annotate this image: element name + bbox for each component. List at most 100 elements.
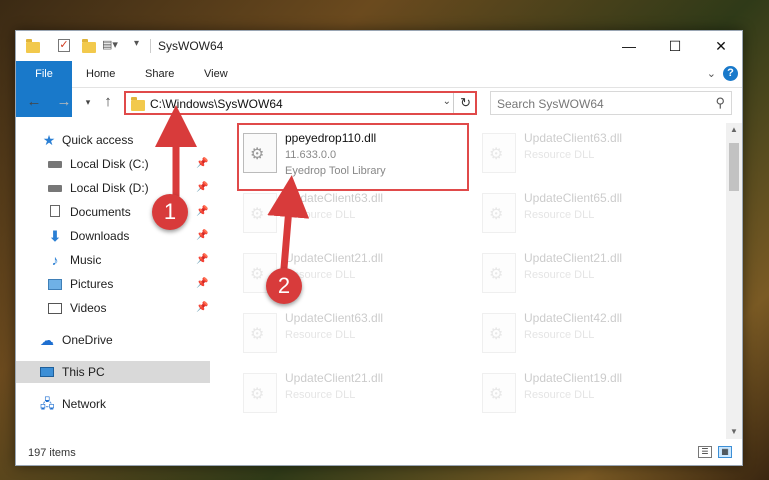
network-icon: 🖧 bbox=[40, 396, 55, 411]
file-name: UpdateClient21.dll bbox=[285, 251, 384, 265]
dll-file-icon bbox=[482, 373, 516, 413]
download-icon: ⬇ bbox=[49, 228, 61, 244]
pin-icon[interactable]: 📌 bbox=[196, 297, 208, 319]
chevron-down-icon[interactable]: ⌄ bbox=[707, 67, 716, 80]
sidebar-item-label: OneDrive bbox=[62, 333, 113, 347]
sidebar-item-network[interactable]: 🖧 Network bbox=[16, 393, 210, 415]
dll-file-icon bbox=[482, 133, 516, 173]
sidebar-item-local-disk-d[interactable]: Local Disk (D:) 📌 bbox=[16, 177, 210, 199]
file-description: Resource DLL bbox=[524, 329, 595, 341]
file-name: UpdateClient42.dll bbox=[524, 311, 623, 325]
sidebar-item-label: Network bbox=[62, 397, 107, 411]
pin-icon[interactable]: 📌 bbox=[196, 153, 208, 175]
file-description: Resource DLL bbox=[524, 269, 595, 281]
file-description: Resource DLL bbox=[285, 329, 356, 341]
dll-file-icon bbox=[482, 253, 516, 293]
chevron-down-icon[interactable]: ⌄ bbox=[443, 96, 451, 107]
sidebar-item-pictures[interactable]: Pictures 📌 bbox=[16, 273, 210, 295]
file-item[interactable]: UpdateClient63.dll Resource DLL bbox=[243, 189, 463, 245]
pin-icon[interactable]: 📌 bbox=[196, 201, 208, 223]
file-item[interactable]: UpdateClient63.dll Resource DLL bbox=[482, 129, 702, 185]
file-name: UpdateClient63.dll bbox=[524, 131, 623, 145]
file-description: Eyedrop Tool Library bbox=[285, 165, 386, 177]
pin-icon[interactable]: 📌 bbox=[196, 273, 208, 295]
scroll-thumb[interactable] bbox=[729, 143, 739, 191]
disk-icon bbox=[48, 185, 62, 192]
sidebar-item-label: Local Disk (C:) bbox=[70, 157, 149, 171]
step-2-badge: 2 bbox=[266, 268, 302, 304]
close-button[interactable]: ✕ bbox=[698, 31, 744, 61]
sidebar-item-downloads[interactable]: ⬇ Downloads 📌 bbox=[16, 225, 210, 247]
file-name: UpdateClient21.dll bbox=[285, 371, 384, 385]
sidebar-item-videos[interactable]: Videos 📌 bbox=[16, 297, 210, 319]
address-path[interactable]: C:\Windows\SysWOW64 bbox=[150, 97, 283, 111]
quick-access-dropdown-icon[interactable]: ▾ bbox=[134, 38, 139, 54]
sidebar-item-quick-access[interactable]: ★ Quick access bbox=[16, 129, 210, 151]
dll-file-icon bbox=[482, 193, 516, 233]
file-item[interactable]: UpdateClient21.dll Resource DLL bbox=[243, 369, 463, 425]
maximize-button[interactable]: ☐ bbox=[652, 31, 698, 61]
properties-icon[interactable]: ✓ bbox=[58, 39, 70, 52]
customize-toolbar-icon[interactable]: ▤▾ bbox=[102, 38, 118, 54]
sidebar-item-this-pc[interactable]: This PC bbox=[16, 361, 210, 383]
file-item-ppeyedrop110[interactable]: ppeyedrop110.dll 11.633.0.0 Eyedrop Tool… bbox=[237, 123, 469, 191]
scroll-down-icon[interactable]: ▼ bbox=[726, 425, 742, 439]
sidebar-item-label: Local Disk (D:) bbox=[70, 181, 149, 195]
search-icon[interactable]: ⚲ bbox=[715, 95, 725, 111]
up-arrow-icon[interactable]: ↑ bbox=[100, 93, 116, 111]
file-item[interactable]: UpdateClient42.dll Resource DLL bbox=[482, 309, 702, 365]
sidebar-item-label: Videos bbox=[70, 301, 107, 315]
file-item[interactable]: UpdateClient65.dll Resource DLL bbox=[482, 189, 702, 245]
file-item[interactable]: UpdateClient63.dll Resource DLL bbox=[243, 309, 463, 365]
dll-file-icon bbox=[482, 313, 516, 353]
dll-file-icon bbox=[243, 313, 277, 353]
help-icon[interactable]: ? bbox=[723, 66, 738, 81]
file-item[interactable]: UpdateClient19.dll Resource DLL bbox=[482, 369, 702, 425]
item-count: 197 items bbox=[28, 447, 76, 459]
pin-icon[interactable]: 📌 bbox=[196, 249, 208, 271]
disk-icon bbox=[48, 161, 62, 168]
pin-icon[interactable]: 📌 bbox=[196, 177, 208, 199]
title-bar: ✓ ▤▾ ▾ SysWOW64 — ☐ ✕ bbox=[16, 31, 742, 61]
file-name: UpdateClient63.dll bbox=[285, 311, 384, 325]
scroll-up-icon[interactable]: ▲ bbox=[726, 123, 742, 137]
forward-arrow-icon[interactable]: → bbox=[56, 93, 72, 111]
file-description: Resource DLL bbox=[524, 389, 595, 401]
window-title: SysWOW64 bbox=[158, 39, 224, 53]
details-view-icon[interactable]: ☰ bbox=[698, 446, 712, 458]
star-icon: ★ bbox=[42, 132, 56, 148]
file-item[interactable]: UpdateClient21.dll Resource DLL bbox=[482, 249, 702, 305]
ribbon-tabs: File Home Share View ⌄ ? bbox=[16, 61, 742, 117]
address-bar[interactable]: C:\Windows\SysWOW64 ⌄ ↻ bbox=[124, 91, 477, 115]
sidebar-item-music[interactable]: ♪ Music 📌 bbox=[16, 249, 210, 271]
computer-icon bbox=[40, 367, 54, 377]
sidebar-item-label: Quick access bbox=[62, 133, 134, 147]
file-description: Resource DLL bbox=[285, 209, 356, 221]
navigation-pane: ★ Quick access Local Disk (C:) 📌 Local D… bbox=[16, 123, 210, 439]
dll-file-icon bbox=[243, 373, 277, 413]
back-arrow-icon[interactable]: ← bbox=[26, 93, 42, 111]
file-description: Resource DLL bbox=[524, 149, 595, 161]
tab-view[interactable]: View bbox=[204, 61, 228, 87]
recent-locations-icon[interactable]: ▾ bbox=[80, 93, 96, 111]
title-separator bbox=[150, 39, 151, 53]
music-icon: ♪ bbox=[51, 252, 59, 268]
tiles-view-icon[interactable]: ▦ bbox=[718, 446, 732, 458]
pin-icon[interactable]: 📌 bbox=[196, 225, 208, 247]
dll-file-icon bbox=[243, 133, 277, 173]
tab-home[interactable]: Home bbox=[86, 61, 115, 87]
minimize-button[interactable]: — bbox=[606, 31, 652, 61]
sidebar-item-onedrive[interactable]: ☁ OneDrive bbox=[16, 329, 210, 351]
folder-icon bbox=[131, 97, 145, 111]
videos-icon bbox=[48, 303, 62, 314]
vertical-scrollbar[interactable]: ▲ ▼ bbox=[726, 123, 742, 439]
search-input[interactable]: Search SysWOW64 ⚲ bbox=[490, 91, 732, 115]
sidebar-item-local-disk-c[interactable]: Local Disk (C:) 📌 bbox=[16, 153, 210, 175]
tab-share[interactable]: Share bbox=[145, 61, 174, 87]
file-name: ppeyedrop110.dll bbox=[285, 131, 377, 145]
sidebar-item-label: Music bbox=[70, 253, 102, 267]
new-folder-icon[interactable] bbox=[82, 39, 96, 53]
folder-icon bbox=[26, 39, 40, 53]
sidebar-item-label: Documents bbox=[70, 205, 131, 219]
refresh-icon[interactable]: ↻ bbox=[460, 95, 471, 111]
